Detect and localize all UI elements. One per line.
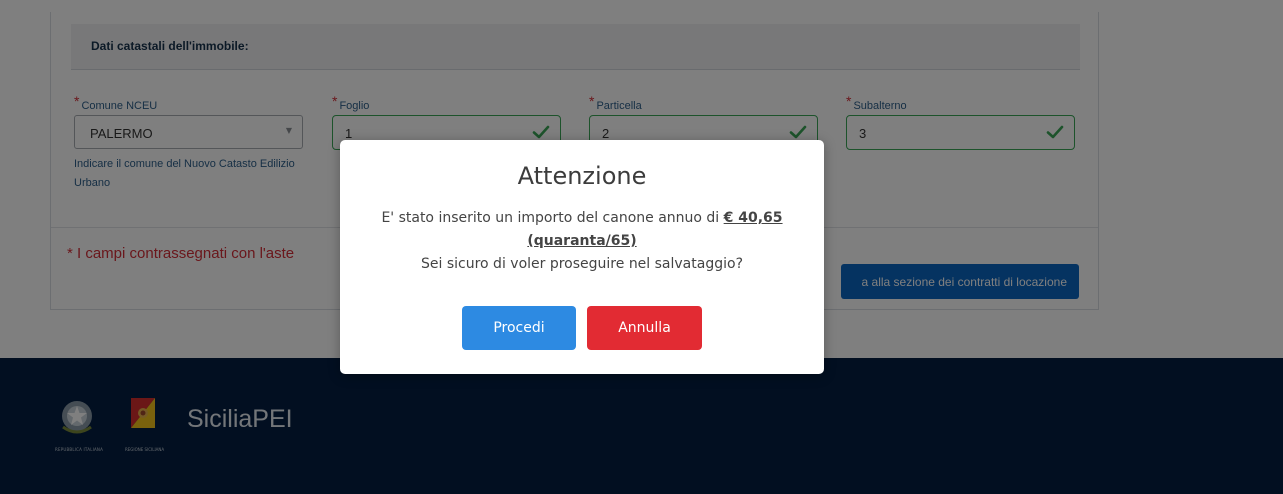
annulla-button[interactable]: Annulla — [587, 306, 702, 350]
confirm-dialog: Attenzione E' stato inserito un importo … — [340, 140, 824, 374]
amount-value: € 40,65 — [723, 210, 783, 226]
dialog-message: E' stato inserito un importo del canone … — [360, 207, 804, 276]
confirm-question: Sei sicuro di voler proseguire nel salva… — [421, 256, 743, 272]
amount-words: (quaranta/65) — [527, 233, 637, 249]
dialog-title: Attenzione — [517, 162, 647, 190]
page: Dati catastali dell'immobile: *Comune NC… — [0, 0, 1283, 494]
message-prefix: E' stato inserito un importo del canone … — [381, 210, 724, 226]
procedi-button[interactable]: Procedi — [462, 306, 576, 350]
